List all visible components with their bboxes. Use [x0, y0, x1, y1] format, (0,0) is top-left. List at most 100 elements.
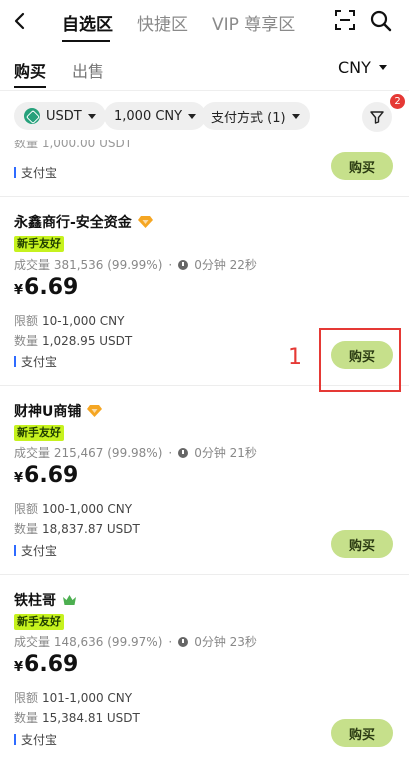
- quantity-label: 数量: [14, 711, 39, 725]
- annotation-box: [319, 328, 401, 392]
- release-time: 0分钟 22秒: [194, 258, 257, 272]
- filter-bar: USDT 1,000 CNY 支付方式 (1): [0, 92, 409, 140]
- tab-sell[interactable]: 出售: [72, 58, 104, 82]
- offer-card: 铁柱哥 新手友好 成交量 148,636 (99.97%) · 0分钟 23秒 …: [0, 575, 409, 759]
- chevron-down-icon: [378, 65, 387, 70]
- crown-icon: [63, 595, 76, 605]
- amount-filter-label: 1,000 CNY: [114, 108, 183, 124]
- merchant-label: 永鑫商行-安全资金: [14, 215, 132, 231]
- price: ¥ 6.69: [14, 652, 78, 677]
- payment-label: 支付宝: [21, 355, 58, 369]
- newbie-badge: 新手友好: [14, 425, 64, 441]
- offer-card: 财神U商铺 新手友好 成交量 215,467 (99.98%) · 0分钟 21…: [0, 386, 409, 575]
- currency-symbol: ¥: [14, 471, 24, 486]
- tab-active-indicator: [62, 40, 110, 42]
- quantity-line: 数量 15,384.81 USDT: [14, 709, 140, 726]
- payment-color-bar: [14, 356, 16, 367]
- scan-icon[interactable]: [335, 10, 355, 30]
- chevron-down-icon: [188, 113, 197, 119]
- limit-line: 限额 101-1,000 CNY: [14, 689, 132, 706]
- divider: [0, 90, 409, 91]
- limit-value: 10-1,000 CNY: [42, 314, 125, 328]
- limit-line: 限额 10-1,000 CNY: [14, 312, 124, 329]
- clock-icon: [178, 447, 189, 458]
- merchant-name[interactable]: 铁柱哥: [14, 590, 77, 610]
- payment-filter[interactable]: 支付方式 (1): [201, 102, 310, 130]
- merchant-label: 铁柱哥: [14, 593, 56, 609]
- offer-card-partial: 数量 1,000.00 USDT 支付宝 购买: [0, 140, 409, 198]
- chevron-down-icon: [87, 113, 96, 119]
- currency-symbol: ¥: [14, 660, 24, 675]
- tab-express[interactable]: 快捷区: [137, 10, 188, 35]
- newbie-badge: 新手友好: [14, 614, 64, 630]
- separator-dot: ·: [168, 257, 173, 272]
- release-time: 0分钟 21秒: [194, 446, 257, 460]
- limit-value: 100-1,000 CNY: [42, 502, 133, 516]
- buy-tab-indicator: [14, 86, 46, 88]
- quantity-value: 1,028.95 USDT: [42, 334, 133, 348]
- clock-icon: [178, 259, 189, 270]
- tab-buy[interactable]: 购买: [14, 58, 46, 82]
- tab-vip[interactable]: VIP 尊享区: [212, 10, 295, 35]
- trade-stats: 成交量 148,636 (99.97%) · 0分钟 23秒: [14, 633, 257, 650]
- payment-method: 支付宝: [14, 542, 57, 559]
- merchant-label: 财神U商铺: [14, 404, 82, 420]
- annotation-label: 1: [288, 345, 302, 370]
- quantity-label: 数量: [14, 522, 39, 536]
- clock-icon: [178, 636, 189, 647]
- asset-filter-label: USDT: [46, 108, 82, 124]
- limit-label: 限额: [14, 502, 39, 516]
- filter-button[interactable]: [362, 102, 392, 132]
- buy-button[interactable]: 购买: [331, 530, 393, 558]
- back-arrow-icon[interactable]: [8, 6, 32, 36]
- volume-text: 成交量 148,636 (99.97%): [14, 635, 163, 649]
- payment-label: 支付宝: [21, 733, 58, 747]
- merchant-name[interactable]: 永鑫商行-安全资金: [14, 212, 153, 232]
- quantity-line: 数量 18,837.87 USDT: [14, 520, 140, 537]
- payment-color-bar: [14, 167, 16, 178]
- currency-label: CNY: [338, 58, 371, 77]
- offer-list: 数量 1,000.00 USDT 支付宝 购买 永鑫商行-安全资金 新手友好 成…: [0, 140, 409, 759]
- payment-method: 支付宝: [14, 353, 57, 370]
- chevron-down-icon: [291, 113, 300, 119]
- price-value: 6.69: [24, 652, 79, 677]
- quantity-value: 15,384.81 USDT: [42, 711, 140, 725]
- trade-stats: 成交量 381,536 (99.99%) · 0分钟 22秒: [14, 256, 257, 273]
- asset-filter[interactable]: USDT: [14, 102, 106, 130]
- limit-label: 限额: [14, 691, 39, 705]
- limit-line: 限额 100-1,000 CNY: [14, 500, 132, 517]
- quantity-text: 数量 1,000.00 USDT: [14, 140, 133, 150]
- payment-method: 支付宝: [14, 164, 57, 181]
- funnel-icon: [370, 111, 384, 124]
- payment-color-bar: [14, 545, 16, 556]
- buy-button[interactable]: 购买: [331, 152, 393, 180]
- top-bar: 自选区 快捷区 VIP 尊享区: [0, 0, 409, 44]
- price-value: 6.69: [24, 275, 79, 300]
- payment-label: 支付宝: [21, 544, 58, 558]
- payment-label: 支付宝: [21, 166, 58, 180]
- limit-value: 101-1,000 CNY: [42, 691, 133, 705]
- limit-label: 限额: [14, 314, 39, 328]
- diamond-icon: [87, 405, 103, 417]
- currency-symbol: ¥: [14, 283, 24, 298]
- search-icon[interactable]: [370, 10, 392, 32]
- newbie-badge: 新手友好: [14, 236, 64, 252]
- diamond-icon: [137, 216, 153, 228]
- quantity-value: 18,837.87 USDT: [42, 522, 140, 536]
- separator-dot: ·: [168, 445, 173, 460]
- buy-button[interactable]: 购买: [331, 719, 393, 747]
- volume-text: 成交量 215,467 (99.98%): [14, 446, 163, 460]
- separator-dot: ·: [168, 634, 173, 649]
- amount-filter[interactable]: 1,000 CNY: [104, 102, 207, 130]
- tab-favorites[interactable]: 自选区: [62, 10, 113, 35]
- currency-selector[interactable]: CNY: [338, 58, 387, 77]
- price: ¥ 6.69: [14, 463, 78, 488]
- release-time: 0分钟 23秒: [194, 635, 257, 649]
- merchant-name[interactable]: 财神U商铺: [14, 401, 103, 421]
- volume-text: 成交量 381,536 (99.99%): [14, 258, 163, 272]
- payment-color-bar: [14, 734, 16, 745]
- usdt-icon: [24, 108, 40, 124]
- price: ¥ 6.69: [14, 275, 78, 300]
- payment-method: 支付宝: [14, 731, 57, 748]
- filter-count-badge: 2: [390, 94, 405, 109]
